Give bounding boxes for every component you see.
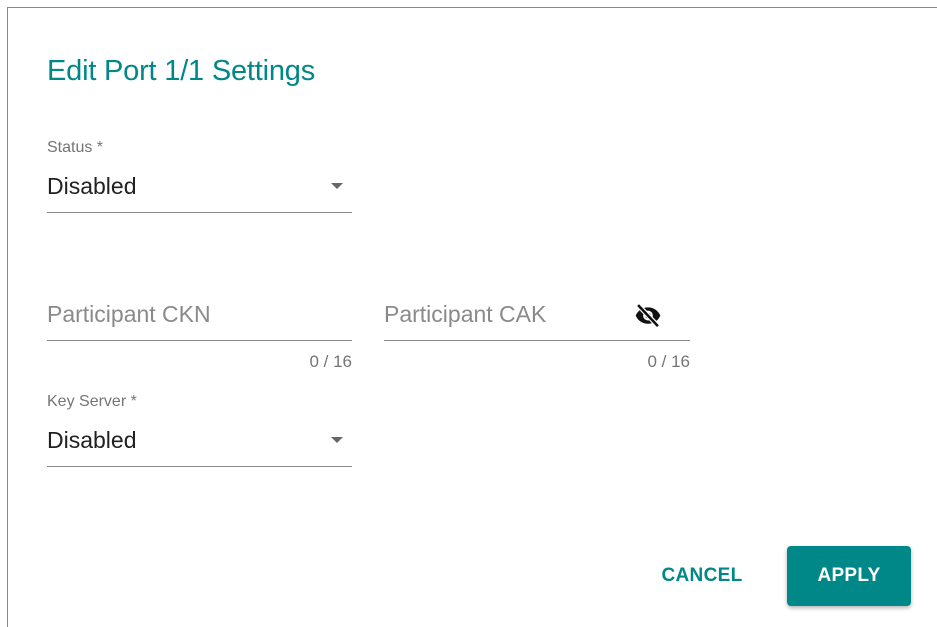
status-dropdown-arrow-icon[interactable] — [331, 183, 343, 189]
key-server-select[interactable]: Key Server * Disabled — [47, 392, 352, 472]
participant-cak-underline — [384, 340, 690, 341]
participant-cak-placeholder: Participant CAK — [384, 301, 547, 327]
visibility-off-icon[interactable] — [634, 301, 662, 329]
key-server-dropdown-arrow-icon[interactable] — [331, 437, 343, 443]
status-underline — [47, 212, 352, 213]
participant-ckn-counter: 0 / 16 — [309, 352, 352, 371]
apply-button[interactable]: APPLY — [787, 546, 911, 606]
edit-port-dialog: Edit Port 1/1 Settings Status * Disabled… — [7, 7, 937, 627]
participant-ckn-input[interactable]: Participant CKN 0 / 16 — [47, 298, 352, 378]
participant-cak-input[interactable]: Participant CAK 0 / 16 — [384, 298, 690, 378]
participant-ckn-underline — [47, 340, 352, 341]
status-value: Disabled — [47, 173, 137, 199]
participant-ckn-placeholder: Participant CKN — [47, 301, 211, 327]
status-select[interactable]: Status * Disabled — [47, 138, 352, 218]
key-server-value: Disabled — [47, 427, 137, 453]
participant-cak-counter: 0 / 16 — [647, 352, 690, 371]
key-server-label: Key Server * — [47, 393, 137, 410]
dialog-title: Edit Port 1/1 Settings — [47, 55, 316, 87]
cancel-button[interactable]: CANCEL — [642, 546, 762, 606]
key-server-underline — [47, 466, 352, 467]
status-label: Status * — [47, 139, 104, 156]
